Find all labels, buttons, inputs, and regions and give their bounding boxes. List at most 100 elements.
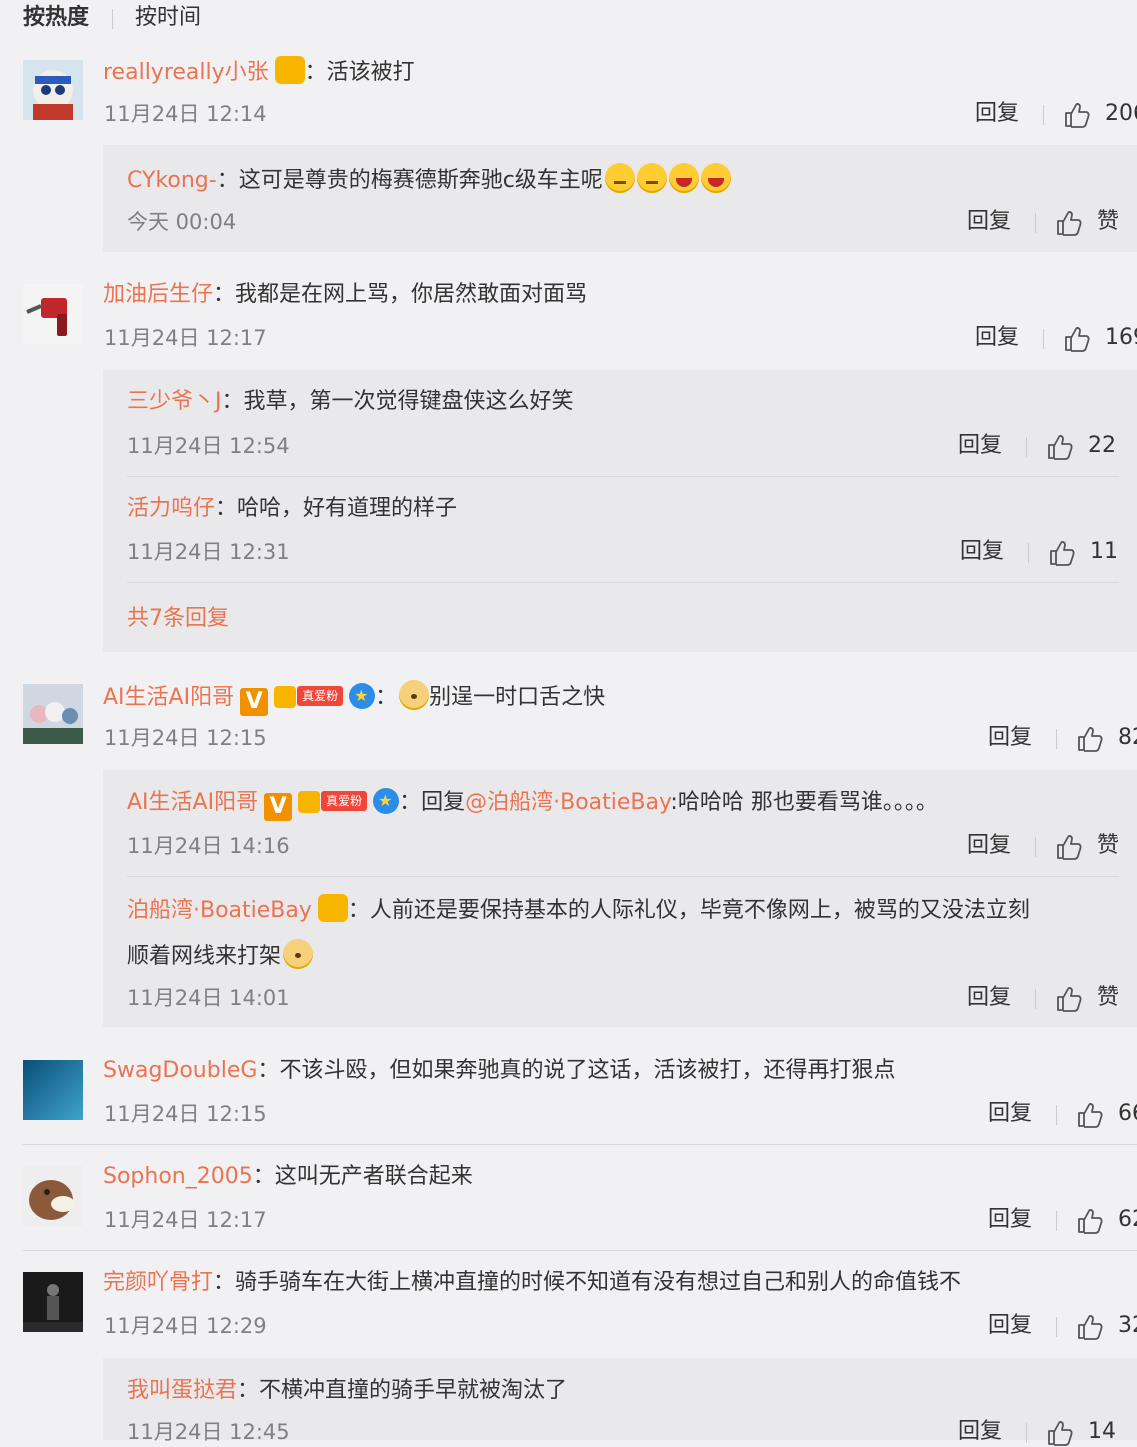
- reply-time: 11月24日 12:54: [127, 434, 290, 458]
- like-count: 11: [1090, 539, 1118, 564]
- comment-actions: 回复 32: [988, 1311, 1137, 1341]
- reply-time: 11月24日 14:16: [127, 834, 290, 858]
- action-divider: [1043, 329, 1044, 349]
- colon: ：: [304, 60, 327, 85]
- thumbs-up-icon: [1076, 1101, 1104, 1129]
- reply-button[interactable]: 回复: [988, 1311, 1032, 1341]
- comment-text: 骑手骑车在大街上横冲直撞的时候不知道有没有想过自己和别人的命值钱不: [235, 1270, 962, 1295]
- username-link[interactable]: AI生活AI阳哥: [127, 790, 258, 815]
- reply-button[interactable]: 回复: [975, 99, 1019, 129]
- colon: ：: [375, 685, 398, 710]
- reply-text: 不横冲直撞的骑手早就被淘汰了: [259, 1378, 568, 1403]
- comment-divider: [23, 1250, 1137, 1251]
- avatar[interactable]: [23, 60, 83, 120]
- sort-bar: 按热度 按时间: [0, 0, 1137, 38]
- reply-button[interactable]: 回复: [967, 831, 1011, 861]
- username-link[interactable]: 泊船湾·BoatieBay: [127, 898, 312, 923]
- avatar[interactable]: [23, 1060, 83, 1120]
- comment-text-line: 加油后生仔：我都是在网上骂，你居然敢面对面骂: [103, 280, 587, 310]
- doge-emoji-icon: [283, 939, 314, 969]
- crown-icon: [298, 791, 321, 813]
- reply-divider: [127, 476, 1119, 477]
- avatar[interactable]: [23, 284, 83, 344]
- thumbs-up-icon: [1055, 209, 1083, 237]
- comment-text-line: AI生活AI阳哥V 真爱粉 ： 别逞一时口舌之快: [103, 680, 605, 716]
- reply-actions: 回复 11: [960, 537, 1130, 567]
- thumbs-up-icon: [1055, 833, 1083, 861]
- comment-actions: 回复 206: [975, 99, 1137, 129]
- crown-icon: [274, 686, 297, 708]
- avatar[interactable]: [23, 1272, 83, 1332]
- sort-by-time-tab[interactable]: 按时间: [135, 4, 201, 32]
- colon: ：: [216, 168, 239, 193]
- reply-button[interactable]: 回复: [967, 983, 1011, 1013]
- reply-button[interactable]: 回复: [958, 431, 1002, 461]
- vip-crown-icon: [317, 894, 348, 922]
- reply-time: 11月24日 14:01: [127, 986, 290, 1010]
- comment-text: 别逞一时口舌之快: [429, 685, 606, 710]
- like-count: 赞: [1097, 985, 1120, 1010]
- thumbs-up-icon: [1076, 725, 1104, 753]
- comment-text-line: 完颜吖骨打：骑手骑车在大街上横冲直撞的时候不知道有没有想过自己和别人的命值钱不: [103, 1268, 961, 1298]
- reply-time: 11月24日 12:45: [127, 1420, 290, 1444]
- thumbs-up-icon: [1046, 1419, 1074, 1447]
- username-link[interactable]: 加油后生仔: [103, 282, 213, 307]
- reply-button[interactable]: 回复: [988, 1099, 1032, 1129]
- thinking-emoji-icon: [604, 163, 635, 193]
- reply-text-line: 三少爷丶J：我草，第一次觉得键盘侠这么好笑: [127, 387, 574, 417]
- comment-time: 11月24日 12:17: [104, 326, 267, 350]
- colon: ：: [215, 496, 238, 521]
- avatar[interactable]: [23, 1166, 83, 1226]
- action-divider: [1035, 989, 1036, 1009]
- ocean-avatar-icon: [23, 1060, 83, 1120]
- doge-emoji-icon: [399, 680, 430, 710]
- reply-text: :哈哈哈 那也要看骂谁。。。。: [670, 790, 938, 815]
- reply-actions: 回复 赞: [967, 207, 1127, 237]
- more-replies-link[interactable]: 共7条回复: [127, 604, 229, 634]
- comment-actions: 回复 66: [988, 1099, 1137, 1129]
- true-fan-badge: 真爱粉: [274, 686, 344, 708]
- username-link[interactable]: CYkong-: [127, 168, 217, 193]
- action-divider: [1056, 1317, 1057, 1337]
- colon: ：: [399, 790, 422, 815]
- reply-text: 我草，第一次觉得键盘侠这么好笑: [243, 389, 574, 414]
- action-divider: [1026, 1423, 1027, 1443]
- true-fan-badge: 真爱粉: [298, 791, 368, 813]
- reply-button[interactable]: 回复: [960, 537, 1004, 567]
- reply-button[interactable]: 回复: [988, 723, 1032, 753]
- reply-text: 这可是尊贵的梅赛德斯奔驰c级车主呢: [238, 168, 603, 193]
- username-link[interactable]: SwagDoubleG: [103, 1058, 257, 1083]
- username-link[interactable]: reallyreally小张: [103, 60, 269, 85]
- avatar[interactable]: [23, 684, 83, 744]
- reply-button[interactable]: 回复: [958, 1417, 1002, 1447]
- reply-button[interactable]: 回复: [988, 1205, 1032, 1235]
- thumbs-up-icon: [1063, 101, 1091, 129]
- comment-text-line: SwagDoubleG：不该斗殴，但如果奔驰真的说了这话，活该被打，还得再打狠点: [103, 1056, 895, 1086]
- bear-avatar-icon: [23, 1166, 83, 1226]
- username-link[interactable]: 完颜吖骨打: [103, 1270, 213, 1295]
- username-link[interactable]: 活力呜仔: [127, 496, 215, 521]
- reply-actions: 回复 14: [958, 1417, 1128, 1447]
- username-link[interactable]: Sophon_2005: [103, 1164, 253, 1189]
- comment-actions: 回复 62: [988, 1205, 1137, 1235]
- username-link[interactable]: 我叫蛋挞君: [127, 1378, 237, 1403]
- verified-v-icon: V: [264, 793, 293, 821]
- sort-by-hot-tab[interactable]: 按热度: [23, 4, 89, 32]
- username-link[interactable]: 三少爷丶J: [127, 389, 222, 414]
- vip-crown-icon: [274, 56, 305, 84]
- comment-text-line: reallyreally小张 ：活该被打: [103, 56, 415, 88]
- reply-button[interactable]: 回复: [975, 323, 1019, 353]
- thumbs-up-icon: [1055, 985, 1083, 1013]
- like-count: 14: [1088, 1419, 1116, 1444]
- like-count: 赞: [1097, 209, 1120, 234]
- cartoon-avatar-icon: [23, 60, 83, 120]
- reply-button[interactable]: 回复: [967, 207, 1011, 237]
- mention-link[interactable]: @泊船湾·BoatieBay: [465, 790, 670, 815]
- reply-divider: [127, 876, 1119, 877]
- like-count: 赞: [1097, 833, 1120, 858]
- username-link[interactable]: AI生活AI阳哥: [103, 685, 234, 710]
- reply-actions: 回复 赞: [967, 831, 1127, 861]
- fan-badge-label: 真爱粉: [321, 791, 368, 811]
- sort-divider: [112, 9, 113, 29]
- fan-badge-label: 真爱粉: [297, 686, 344, 706]
